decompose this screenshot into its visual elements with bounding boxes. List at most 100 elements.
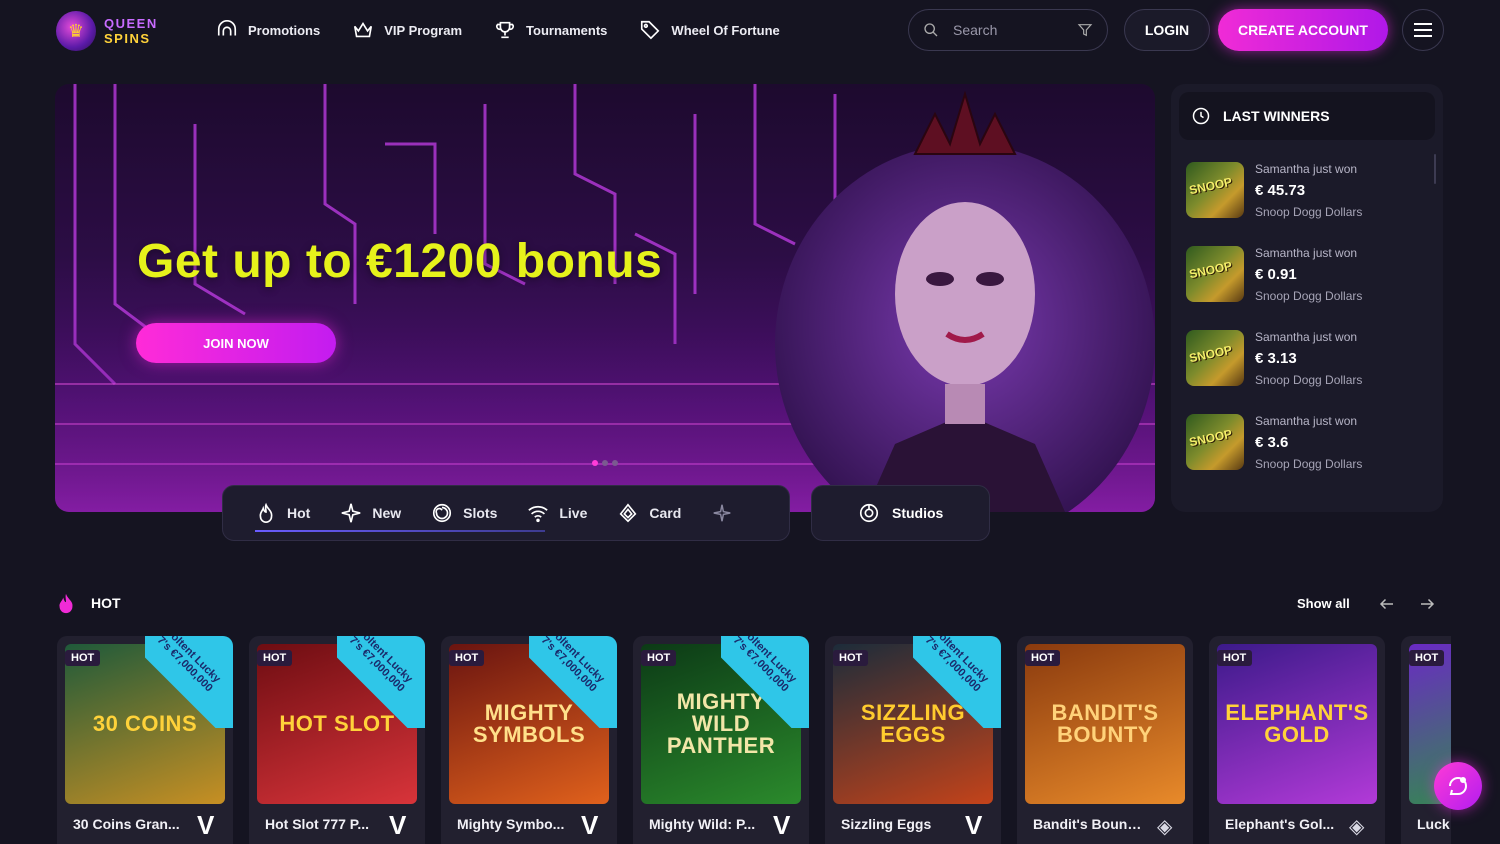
winner-game: Snoop Dogg Dollars [1255, 457, 1363, 471]
nav-promotions[interactable]: Promotions [216, 19, 320, 41]
category-new[interactable]: New [340, 502, 401, 524]
game-card[interactable]: MIGHTY WILD PANTHER HOT Voltent Lucky 7's … [633, 636, 809, 844]
category-hot[interactable]: Hot [255, 502, 310, 524]
category-card-label: Card [649, 505, 682, 521]
game-card[interactable]: MIGHTY SYMBOLS HOT Voltent Lucky 7's €7,00… [441, 636, 617, 844]
hero-title: Get up to €1200 bonus [137, 235, 663, 288]
category-hot-label: Hot [287, 505, 311, 521]
game-title: Hot Slot 777 P... [265, 816, 369, 832]
game-title: 30 Coins Gran... [73, 816, 180, 832]
hot-badge: HOT [1217, 650, 1253, 666]
game-card[interactable]: BANDIT'S BOUNTY HOT Bandit's Bount... ◈ [1017, 636, 1193, 844]
game-title: Luck [1417, 816, 1450, 832]
provider-logo-icon: V [773, 810, 791, 840]
hot-games-row: 30 COINS HOT Voltent Lucky 7's €7,000,000 3… [55, 636, 1451, 844]
last-winners-title: LAST WINNERS [1223, 108, 1330, 124]
header: ♛ QUEEN SPINS Promotions VIP Program Tou… [0, 0, 1500, 60]
studios-button[interactable]: Studios [811, 485, 990, 541]
game-card[interactable]: ELEPHANT'S GOLD HOT Elephant's Gol... ◈ [1209, 636, 1385, 844]
game-title: Mighty Wild: P... [649, 816, 756, 832]
provider-logo-icon: V [581, 810, 599, 840]
winner-game: Snoop Dogg Dollars [1255, 373, 1363, 387]
category-live[interactable]: Live [527, 502, 587, 524]
winner-item[interactable]: SNOOP Samantha just won € 45.73 Snoop Do… [1186, 162, 1426, 226]
game-card[interactable]: HOT SLOT HOT Voltent Lucky 7's €7,000,000 H… [249, 636, 425, 844]
nav-promotions-label: Promotions [248, 22, 321, 38]
winner-item[interactable]: SNOOP Samantha just won € 3.6 Snoop Dogg… [1186, 414, 1426, 478]
crown-logo-icon: ♛ [56, 11, 96, 51]
winners-scrollbar[interactable] [1434, 154, 1436, 184]
hot-badge: HOT [257, 650, 293, 666]
category-live-label: Live [559, 505, 588, 521]
search-icon [924, 23, 938, 37]
winner-game-thumbnail: SNOOP [1186, 246, 1244, 302]
flame-icon [259, 502, 273, 523]
winner-thumb-text: SNOOP [1188, 258, 1234, 282]
hot-badge: HOT [833, 650, 869, 666]
chat-icon [1449, 777, 1467, 795]
category-bar: Hot New Slots Live Card [222, 485, 790, 541]
winner-game: Snoop Dogg Dollars [1255, 289, 1363, 303]
nav-vip-label: VIP Program [384, 22, 463, 38]
jackpot-ribbon: Voltent Lucky 7's €7,000,000 [715, 636, 809, 730]
scroll-left-button[interactable] [1373, 590, 1401, 618]
nav-tournaments[interactable]: Tournaments [494, 19, 607, 41]
game-thumbnail: ELEPHANT'S GOLD [1217, 644, 1377, 804]
join-now-button[interactable]: JOIN NOW [136, 323, 336, 363]
scroll-right-button[interactable] [1413, 590, 1441, 618]
search-input[interactable] [953, 22, 1071, 38]
arrow-right-icon [1421, 598, 1435, 610]
hot-badge: HOT [449, 650, 485, 666]
nav-vip-program[interactable]: VIP Program [352, 19, 462, 41]
game-title: Mighty Symbo... [457, 816, 565, 832]
winner-name: Samantha just won [1255, 162, 1358, 176]
promotions-icon [217, 20, 237, 36]
category-slots[interactable]: Slots [431, 502, 497, 524]
game-card[interactable]: HOT Luck [1401, 636, 1451, 844]
winner-amount: € 3.6 [1255, 434, 1289, 451]
nav-wheel-of-fortune[interactable]: Wheel Of Fortune [639, 19, 780, 41]
studios-icon [859, 503, 879, 523]
game-thumbnail: BANDIT'S BOUNTY [1025, 644, 1185, 804]
queen-character-art [775, 90, 1155, 512]
winner-item[interactable]: SNOOP Samantha just won € 0.91 Snoop Dog… [1186, 246, 1426, 310]
search-box[interactable] [908, 9, 1108, 51]
provider-logo-icon: ◈ [1157, 816, 1173, 838]
game-art-title: ELEPHANT'S GOLD [1225, 700, 1369, 747]
category-card[interactable]: Card [617, 502, 681, 524]
winner-name: Samantha just won [1255, 414, 1358, 428]
spiral-icon [433, 503, 452, 523]
game-card[interactable]: SIZZLING EGGS HOT Voltent Lucky 7's €7,000… [825, 636, 1001, 844]
winner-game-thumbnail: SNOOP [1186, 330, 1244, 386]
wifi-icon [528, 505, 549, 523]
provider-logo-icon: V [197, 810, 215, 840]
crown-icon [354, 22, 373, 38]
hamburger-menu-button[interactable] [1402, 9, 1444, 51]
menu-icon [1414, 23, 1432, 37]
chat-button[interactable] [1434, 762, 1482, 810]
category-new-label: New [372, 505, 402, 521]
create-account-button[interactable]: CREATE ACCOUNT [1218, 9, 1388, 51]
category-more[interactable] [711, 502, 743, 524]
provider-logo-icon: V [389, 810, 407, 840]
game-card[interactable]: 30 COINS HOT Voltent Lucky 7's €7,000,000 3… [57, 636, 233, 844]
winner-item[interactable]: SNOOP Samantha just won € 3.13 Snoop Dog… [1186, 330, 1426, 394]
carousel-dot-3[interactable] [612, 460, 618, 466]
show-all-link[interactable]: Show all [1297, 596, 1350, 611]
card-suit-icon [619, 503, 637, 523]
jackpot-ribbon: Voltent Lucky 7's €7,000,000 [907, 636, 1001, 730]
carousel-dot-2[interactable] [602, 460, 608, 466]
logo-text: QUEEN SPINS [104, 16, 158, 46]
hot-badge: HOT [1409, 650, 1445, 666]
hero-banner[interactable]: Get up to €1200 bonus JOIN NOW [55, 84, 1155, 512]
carousel-dot-1[interactable] [592, 460, 598, 466]
game-title: Sizzling Eggs [841, 816, 932, 832]
login-button[interactable]: LOGIN [1124, 9, 1210, 51]
winner-thumb-text: SNOOP [1188, 174, 1234, 198]
hot-section-title: HOT [91, 595, 121, 611]
studios-label: Studios [892, 505, 944, 521]
provider-logo-icon: V [965, 810, 983, 840]
filter-icon[interactable] [1077, 22, 1093, 38]
logo-line1: QUEEN [104, 16, 158, 31]
logo[interactable]: ♛ QUEEN SPINS [56, 10, 166, 52]
